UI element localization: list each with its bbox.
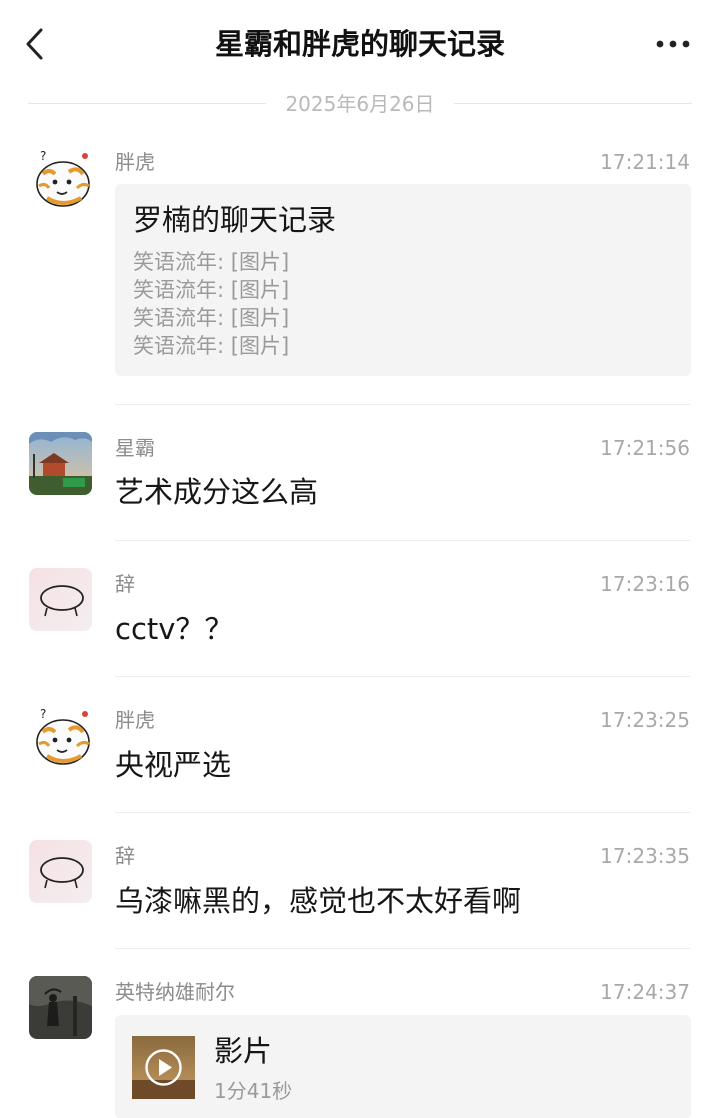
divider-line — [454, 103, 692, 104]
message-text: 乌漆嘛黑的，感觉也不太好看啊 — [115, 884, 522, 918]
doodle-avatar-icon — [29, 840, 92, 903]
message-time: 17:21:14 — [600, 150, 690, 174]
chat-record-line: 笑语流年: [图片] — [133, 334, 290, 358]
svg-text:?: ? — [40, 149, 46, 163]
svg-text:?: ? — [40, 707, 46, 721]
video-thumbnail[interactable] — [132, 1036, 195, 1099]
message-separator — [115, 676, 690, 677]
page-title: 星霸和胖虎的聊天记录 — [214, 27, 505, 61]
message-time: 17:23:16 — [600, 572, 690, 596]
video-title: 影片 — [214, 1034, 273, 1068]
avatar[interactable]: ? — [29, 704, 92, 767]
video-thumbnail-image — [132, 1036, 195, 1099]
avatar[interactable] — [29, 840, 92, 903]
sender-name: 辞 — [115, 572, 135, 596]
top-bar: 星霸和胖虎的聊天记录 — [0, 0, 720, 88]
video-card[interactable]: 影片 1分41秒 — [115, 1015, 691, 1118]
more-dots-icon — [656, 40, 690, 48]
date-label: 2025年6月26日 — [285, 92, 435, 116]
chat-history-page: 星霸和胖虎的聊天记录 2025年6月26日 ? 胖虎 17:21:14 罗楠的聊… — [0, 0, 720, 1118]
back-button[interactable] — [14, 20, 58, 68]
chat-record-line: 笑语流年: [图片] — [133, 278, 290, 302]
chat-record-line: 笑语流年: [图片] — [133, 250, 290, 274]
chat-record-line: 笑语流年: [图片] — [133, 306, 290, 330]
video-duration: 1分41秒 — [214, 1079, 293, 1103]
message-separator — [115, 812, 690, 813]
tiger-avatar-icon: ? — [29, 704, 92, 767]
message-text: 央视严选 — [115, 748, 232, 782]
landscape-avatar-icon — [29, 432, 92, 495]
message-time: 17:24:37 — [600, 980, 690, 1004]
sender-name: 辞 — [115, 844, 135, 868]
message-separator — [115, 948, 690, 949]
chat-record-title: 罗楠的聊天记录 — [133, 203, 337, 237]
avatar[interactable] — [29, 568, 92, 631]
sender-name: 胖虎 — [115, 150, 155, 174]
chevron-left-icon — [26, 28, 43, 60]
message-separator — [115, 404, 690, 405]
message-text: 艺术成分这么高 — [115, 475, 319, 509]
message-time: 17:23:25 — [600, 708, 690, 732]
tiger-avatar-icon: ? — [29, 146, 92, 209]
dark-figure-avatar-icon — [29, 976, 92, 1039]
sender-name: 英特纳雄耐尔 — [115, 980, 235, 1004]
message-time: 17:23:35 — [600, 844, 690, 868]
avatar[interactable] — [29, 976, 92, 1039]
avatar[interactable]: ? — [29, 146, 92, 209]
divider-line — [28, 103, 266, 104]
message-separator — [115, 540, 690, 541]
message-time: 17:21:56 — [600, 436, 690, 460]
avatar[interactable] — [29, 432, 92, 495]
doodle-avatar-icon — [29, 568, 92, 631]
message-text: cctv？？ — [115, 612, 234, 646]
sender-name: 星霸 — [115, 436, 155, 460]
chat-record-card[interactable]: 罗楠的聊天记录 笑语流年: [图片] 笑语流年: [图片] 笑语流年: [图片]… — [115, 184, 691, 376]
more-options-button[interactable] — [654, 32, 694, 56]
sender-name: 胖虎 — [115, 708, 155, 732]
date-divider: 2025年6月26日 — [28, 88, 692, 122]
